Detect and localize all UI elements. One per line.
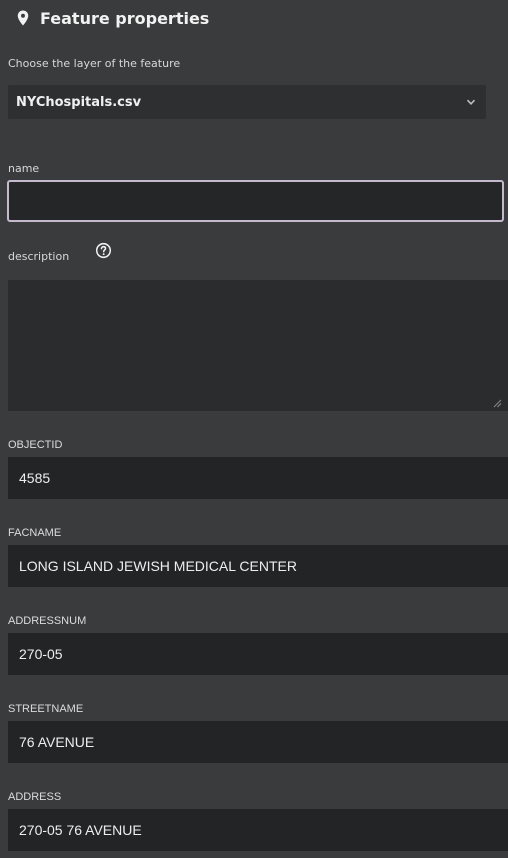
property-label-address: ADDRESS: [8, 791, 62, 803]
description-textarea[interactable]: [8, 280, 508, 411]
name-input[interactable]: [7, 180, 504, 222]
layer-select[interactable]: NYChospitals.csv: [8, 85, 486, 119]
feature-properties-panel: Feature properties Choose the layer of t…: [0, 0, 508, 858]
map-pin-icon: [17, 10, 29, 26]
resize-handle-icon[interactable]: [493, 399, 502, 408]
property-label-streetname: STREETNAME: [8, 703, 84, 715]
property-label-facname: FACNAME: [8, 527, 62, 539]
property-field-addressnum[interactable]: 270-05: [8, 633, 508, 675]
name-field-label: name: [8, 162, 40, 175]
layer-select-value: NYChospitals.csv: [16, 94, 142, 110]
description-field-label: description: [8, 250, 70, 263]
property-field-streetname[interactable]: 76 AVENUE: [8, 721, 508, 763]
panel-title: Feature properties: [40, 8, 210, 28]
property-field-address[interactable]: 270-05 76 AVENUE: [8, 809, 508, 851]
property-field-facname[interactable]: LONG ISLAND JEWISH MEDICAL CENTER: [8, 545, 508, 587]
property-label-objectid: OBJECTID: [8, 439, 63, 451]
help-circle-icon[interactable]: [95, 242, 112, 259]
property-field-objectid[interactable]: 4585: [8, 457, 508, 499]
chevron-down-icon: [466, 99, 476, 105]
property-label-addressnum: ADDRESSNUM: [8, 615, 87, 627]
panel-header: Feature properties: [14, 6, 209, 30]
layer-select-label: Choose the layer of the feature: [8, 57, 181, 70]
